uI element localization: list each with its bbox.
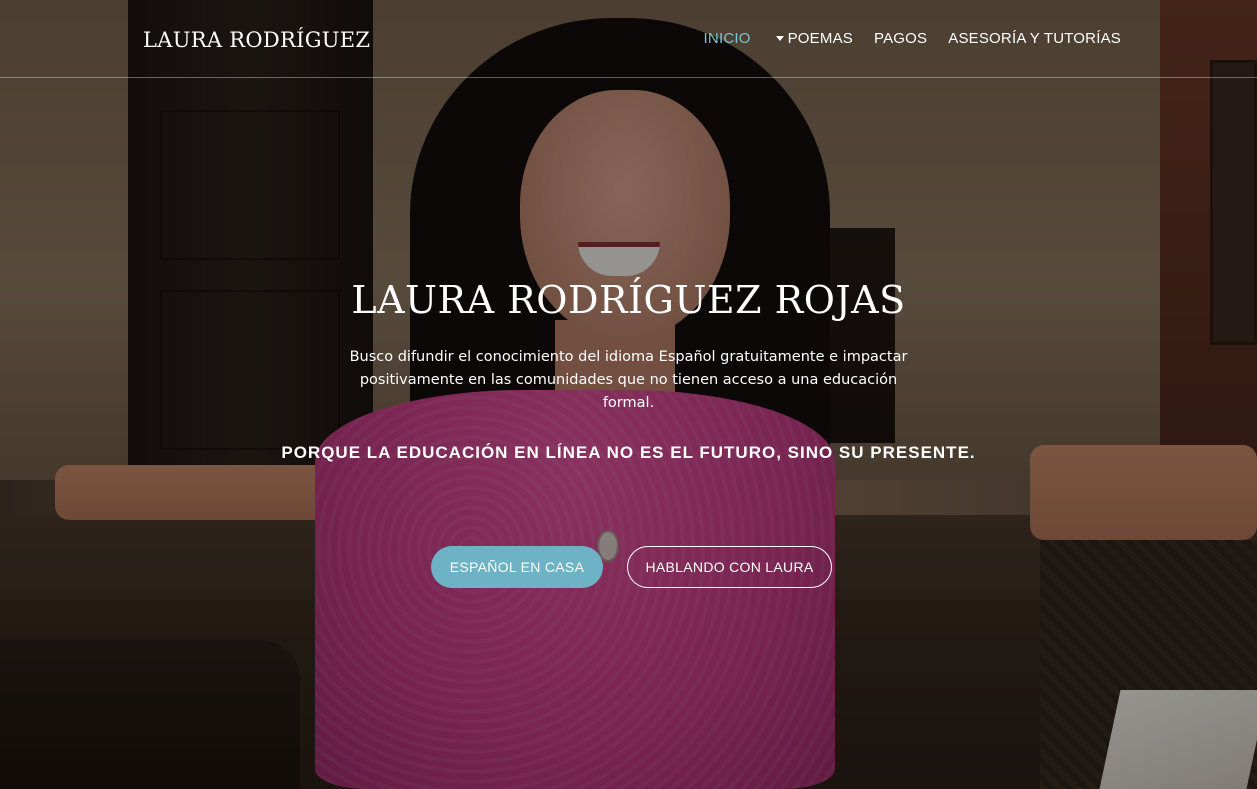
hero-title: LAURA RODRÍGUEZ ROJAS — [351, 278, 906, 322]
nav-item-label: POEMAS — [787, 30, 853, 47]
hablando-con-laura-button[interactable]: HABLANDO CON LAURA — [627, 546, 832, 588]
hero-description: Busco difundir el conocimiento del idiom… — [0, 346, 1257, 415]
hero-section: LAURA RODRÍGUEZ INICIO POEMAS PAGOS ASES… — [0, 0, 1257, 789]
espanol-en-casa-button[interactable]: ESPAÑOL EN CASA — [431, 546, 603, 588]
nav-item-asesoria[interactable]: ASESORÍA Y TUTORÍAS — [948, 30, 1121, 47]
nav-item-label: INICIO — [703, 30, 751, 47]
nav-item-label: PAGOS — [873, 30, 928, 47]
nav-item-inicio[interactable]: INICIO — [704, 30, 751, 47]
nav-item-pagos[interactable]: PAGOS — [874, 30, 927, 47]
nav-item-label: ASESORÍA Y TUTORÍAS — [948, 30, 1121, 47]
caret-down-icon — [775, 36, 784, 41]
main-nav: INICIO POEMAS PAGOS ASESORÍA Y TUTORÍAS — [683, 30, 1121, 47]
top-navbar: LAURA RODRÍGUEZ INICIO POEMAS PAGOS ASES… — [0, 0, 1257, 78]
nav-item-poemas[interactable]: POEMAS — [772, 30, 853, 47]
hero-description-text: Busco difundir el conocimiento del idiom… — [349, 349, 908, 411]
hero-tagline: PORQUE LA EDUCACIÓN EN LÍNEA NO ES EL FU… — [281, 443, 976, 462]
brand-logo[interactable]: LAURA RODRÍGUEZ — [143, 28, 370, 52]
